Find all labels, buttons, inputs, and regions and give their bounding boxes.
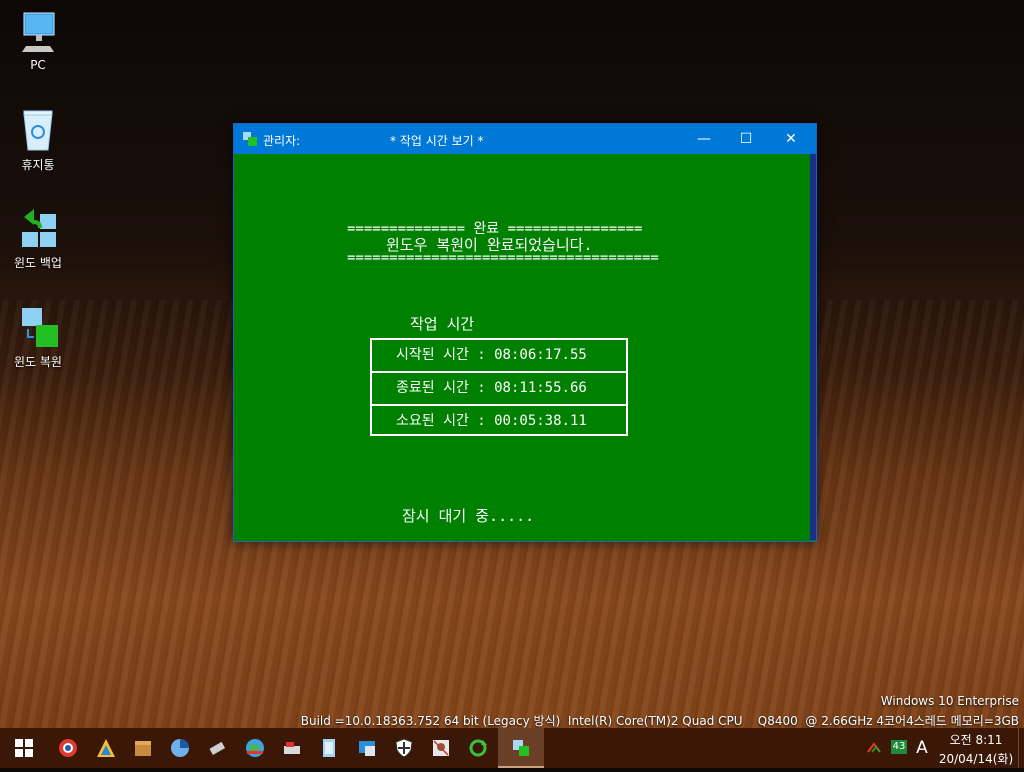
- clock-time: 오전 8:11: [949, 733, 1003, 747]
- taskbar-app-globe[interactable]: [236, 728, 274, 768]
- restore-icon: [16, 305, 60, 349]
- console-divider-bottom: =====================================: [347, 250, 659, 266]
- minimize-icon: —: [697, 131, 711, 147]
- desktop-icon-label: 휴지통: [21, 158, 55, 172]
- console-scrollbar[interactable]: [810, 154, 816, 540]
- window-title-prefix: 관리자:: [263, 134, 301, 148]
- recycle-bin-icon: [16, 108, 60, 152]
- taskbar-app-window[interactable]: [310, 728, 348, 768]
- installer-app-icon: [359, 741, 375, 756]
- time-row-end: 종료된 시간 : 08:11:55.66: [372, 373, 626, 406]
- start-button[interactable]: [0, 728, 48, 768]
- minimize-button[interactable]: —: [681, 124, 727, 154]
- build-info: Build =10.0.18363.752 64 bit (Legacy 방식)…: [300, 714, 1019, 728]
- tray-chevron-icon: [867, 742, 881, 753]
- time-row-elapsed: 소요된 시간 : 00:05:38.11: [396, 413, 587, 429]
- maximize-icon: ☐: [739, 131, 753, 147]
- globe-app-icon: [246, 739, 264, 757]
- status-message: 잠시 대기 중.....: [402, 507, 535, 525]
- taskbar-app-disk[interactable]: [161, 728, 199, 768]
- close-icon: ✕: [785, 131, 797, 147]
- time-table: 시작된 시간 : 08:06:17.55 종료된 시간 : 08:11:55.6…: [370, 338, 628, 436]
- window-app-icon: [323, 739, 335, 757]
- triangle-app-icon: [97, 739, 115, 757]
- taskbar-app-box[interactable]: [124, 728, 162, 768]
- desktop-icon-backup[interactable]: 윈도 백업: [6, 206, 70, 271]
- tray-badge[interactable]: 43: [891, 740, 907, 754]
- time-row-start: 시작된 시간 : 08:06:17.55: [372, 340, 626, 373]
- desktop-icon-label: 윈도 복원: [14, 355, 62, 369]
- taskbar-app-browser[interactable]: [49, 728, 87, 768]
- console-window[interactable]: 관리자: * 작업 시간 보기 * — ☐ ✕ ============== 완…: [233, 123, 817, 542]
- desktop-icon-label: 윈도 백업: [14, 256, 62, 270]
- refresh-app-icon: [469, 739, 487, 757]
- taskbar-app-console[interactable]: [498, 728, 544, 768]
- desktop-icon-label: PC: [30, 58, 46, 72]
- picture-app-icon: [433, 740, 449, 756]
- ime-indicator[interactable]: A: [914, 736, 930, 760]
- console-output[interactable]: ============== 완료 ================ 윈도우 복…: [234, 154, 810, 540]
- console-window-icon: [243, 132, 257, 146]
- tool-app-icon: [209, 741, 226, 755]
- console-app-icon: [513, 740, 529, 756]
- clock[interactable]: 오전 8:11 20/04/14(화): [936, 728, 1016, 768]
- backup-icon: [16, 206, 60, 250]
- window-titlebar[interactable]: 관리자: * 작업 시간 보기 * — ☐ ✕: [234, 124, 816, 154]
- maximize-button[interactable]: ☐: [723, 124, 769, 154]
- taskbar-app-triangle[interactable]: [87, 728, 125, 768]
- tray-network[interactable]: [864, 728, 884, 768]
- taskbar-app-tool[interactable]: [198, 728, 236, 768]
- taskbar-app-refresh[interactable]: [459, 728, 497, 768]
- windows-logo-icon: [15, 739, 33, 757]
- taskbar-app-drive[interactable]: [273, 728, 311, 768]
- taskbar-app-shield[interactable]: [385, 728, 423, 768]
- desktop-icon-restore[interactable]: 윈도 복원: [6, 305, 70, 370]
- window-title: * 작업 시간 보기 *: [390, 134, 484, 148]
- disk-app-icon: [171, 739, 189, 757]
- windows-edition: Windows 10 Enterprise: [880, 694, 1019, 708]
- browser-icon: [59, 739, 77, 757]
- monitor-icon: [16, 10, 60, 54]
- drive-app-icon: [284, 742, 300, 754]
- show-desktop-button[interactable]: [1018, 728, 1024, 768]
- desktop-icon-pc[interactable]: PC: [6, 10, 70, 72]
- taskbar: 43 A 오전 8:11 20/04/14(화): [0, 728, 1024, 768]
- close-button[interactable]: ✕: [768, 124, 814, 154]
- section-title: 작업 시간: [410, 315, 475, 333]
- clock-date: 20/04/14(화): [938, 752, 1014, 766]
- desktop-icon-recycle-bin[interactable]: 휴지통: [6, 108, 70, 173]
- taskbar-app-installer[interactable]: [348, 728, 386, 768]
- box-app-icon: [135, 741, 151, 756]
- shield-app-icon: [395, 738, 413, 758]
- taskbar-app-picture[interactable]: [422, 728, 460, 768]
